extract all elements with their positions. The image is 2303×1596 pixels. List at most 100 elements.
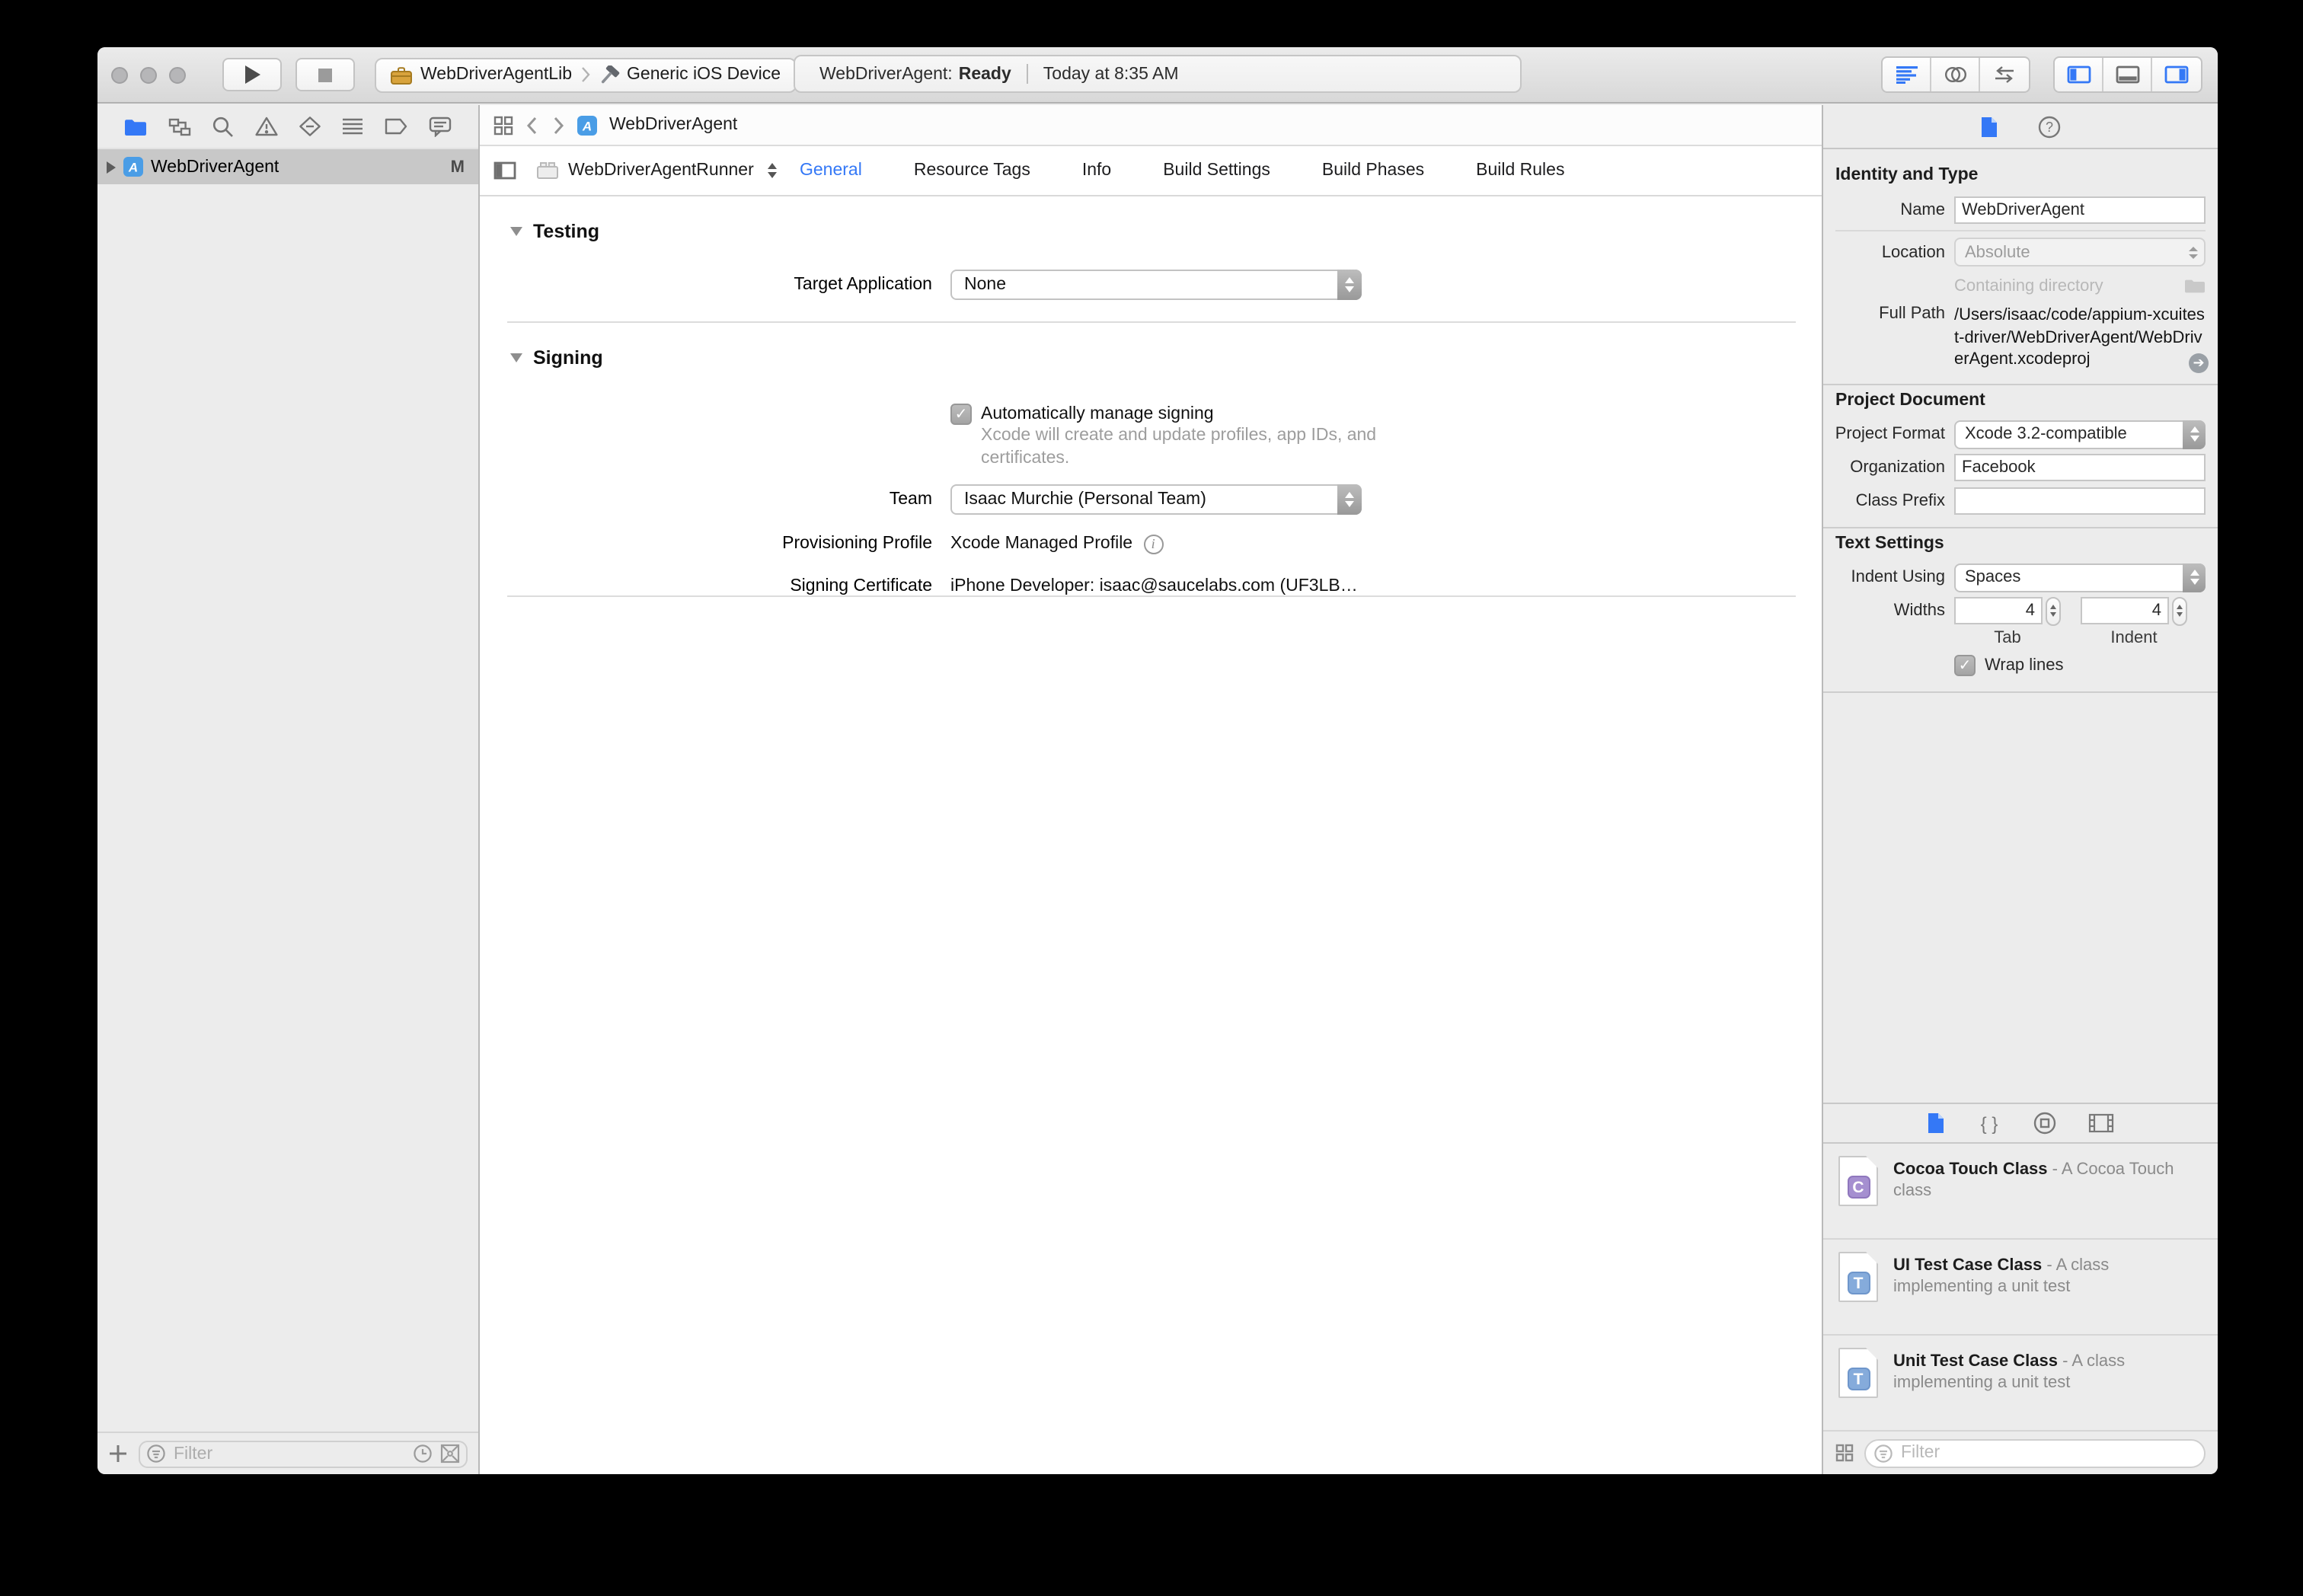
popup-chevrons-icon	[1337, 484, 1362, 515]
full-path-row: Full Path /Users/isaac/code/appium-xcuit…	[1823, 305, 2209, 372]
jumpbar-file-name[interactable]: WebDriverAgent	[609, 116, 737, 134]
file-template-icon: C	[1838, 1156, 1878, 1206]
object-library-icon[interactable]	[2033, 1112, 2056, 1135]
tab-breakpoint-navigator[interactable]	[384, 117, 408, 136]
related-items-icon[interactable]	[494, 115, 513, 135]
version-editor-button[interactable]	[1980, 58, 2029, 91]
panel-toggle-group	[2053, 56, 2202, 93]
activity-viewer: WebDriverAgent: Ready Today at 8:35 AM	[794, 55, 1522, 93]
jump-bar: A WebDriverAgent	[480, 105, 1822, 146]
settings-tabs: General Resource Tags Info Build Setting…	[800, 146, 1564, 195]
debug-area-toggle-button[interactable]	[2103, 58, 2152, 91]
name-field[interactable]: WebDriverAgent	[1954, 196, 2206, 223]
debug-gauge-icon	[343, 118, 363, 135]
target-application-popup[interactable]: None	[950, 270, 1362, 300]
testing-section-header[interactable]: Testing	[510, 221, 599, 242]
library-item-unit-test-case-class[interactable]: T Unit Test Case Class - A class impleme…	[1823, 1336, 2218, 1432]
disclosure-triangle-icon[interactable]	[107, 161, 116, 173]
code-snippet-library-icon[interactable]: { }	[1977, 1112, 2001, 1134]
project-format-popup[interactable]: Xcode 3.2-compatible	[1954, 420, 2206, 448]
tab-report-navigator[interactable]	[428, 116, 452, 137]
tab-width-label: Tab	[1994, 628, 2021, 646]
inspector-toggle-button[interactable]	[2152, 58, 2201, 91]
status-divider	[1026, 64, 1028, 84]
quick-help-icon[interactable]: ?	[2038, 115, 2061, 138]
close-window-button[interactable]	[111, 66, 128, 83]
location-popup[interactable]: Absolute	[1954, 238, 2206, 267]
debug-panel-icon	[2115, 65, 2139, 84]
navigator-filter-field[interactable]: Filter	[139, 1440, 468, 1467]
team-row: Team Isaac Murchie (Personal Team)	[480, 484, 1822, 515]
library-filter-field[interactable]: Filter	[1864, 1438, 2206, 1467]
modified-badge: M	[450, 158, 465, 176]
minimize-window-button[interactable]	[140, 66, 157, 83]
auto-manage-signing-checkbox[interactable]: ✓	[950, 404, 972, 425]
library-list: C Cocoa Touch Class - A Cocoa Touch clas…	[1823, 1144, 2218, 1432]
status-state: Ready	[958, 65, 1011, 83]
signing-certificate-value: iPhone Developer: isaac@saucelabs.com (U…	[950, 577, 1358, 595]
window-controls	[111, 66, 186, 83]
organization-field[interactable]: Facebook	[1954, 454, 2206, 481]
source-control-status-icon[interactable]	[440, 1444, 460, 1464]
tab-build-rules[interactable]: Build Rules	[1476, 161, 1564, 180]
standard-editor-icon	[1896, 66, 1917, 84]
grid-view-icon[interactable]	[1835, 1444, 1854, 1462]
tab-test-navigator[interactable]	[299, 116, 321, 137]
tab-project-navigator[interactable]	[123, 117, 148, 136]
assistant-editor-button[interactable]	[1931, 58, 1980, 91]
open-path-arrow-icon[interactable]: ➔	[2189, 353, 2209, 372]
standard-editor-button[interactable]	[1883, 58, 1931, 91]
svg-text:{ }: { }	[1981, 1113, 1998, 1134]
signing-section-header[interactable]: Signing	[510, 347, 603, 369]
stop-button[interactable]	[295, 58, 355, 91]
tab-width-stepper[interactable]	[2046, 596, 2061, 625]
stop-icon	[318, 68, 332, 81]
class-prefix-row: Class Prefix	[1823, 487, 2206, 516]
status-time: Today at 8:35 AM	[1043, 65, 1179, 83]
navigator-toggle-button[interactable]	[2055, 58, 2103, 91]
forward-button[interactable]	[551, 115, 565, 135]
library-item-ui-test-case-class[interactable]: T UI Test Case Class - A class implement…	[1823, 1240, 2218, 1336]
back-button[interactable]	[525, 115, 539, 135]
tab-find-navigator[interactable]	[212, 116, 235, 137]
indent-using-row: Indent Using Spaces	[1823, 563, 2206, 592]
indent-width-label: Indent	[2110, 628, 2158, 646]
tab-width-field[interactable]: 4	[1954, 597, 2043, 624]
search-icon	[212, 117, 233, 137]
tab-info[interactable]: Info	[1082, 161, 1111, 180]
indent-width-field[interactable]: 4	[2081, 597, 2169, 624]
tab-symbol-navigator[interactable]	[168, 117, 192, 136]
add-button[interactable]	[108, 1444, 128, 1464]
popup-chevrons-icon	[2183, 563, 2206, 592]
file-template-library-icon[interactable]	[1927, 1112, 1945, 1135]
navigator-panel: A WebDriverAgent M Filter	[97, 105, 480, 1474]
tab-debug-navigator[interactable]	[341, 117, 364, 136]
wrap-lines-checkbox[interactable]: ✓	[1954, 655, 1976, 676]
tab-issue-navigator[interactable]	[254, 116, 279, 137]
run-button[interactable]	[222, 58, 282, 91]
section-disclosure-icon[interactable]	[510, 227, 522, 236]
tab-build-settings[interactable]: Build Settings	[1163, 161, 1270, 180]
indent-using-popup[interactable]: Spaces	[1954, 563, 2206, 592]
class-prefix-field[interactable]	[1954, 487, 2206, 515]
targets-sidebar-toggle[interactable]	[494, 161, 516, 180]
assistant-editor-icon	[1944, 66, 1966, 83]
toolbar-right	[1881, 56, 2202, 93]
zoom-window-button[interactable]	[169, 66, 186, 83]
scheme-selector[interactable]: WebDriverAgentLib Generic iOS Device	[375, 57, 796, 92]
library-item-cocoa-touch-class[interactable]: C Cocoa Touch Class - A Cocoa Touch clas…	[1823, 1144, 2218, 1240]
tab-build-phases[interactable]: Build Phases	[1322, 161, 1424, 180]
info-icon[interactable]: i	[1143, 534, 1164, 554]
recent-files-clock-icon[interactable]	[413, 1444, 433, 1464]
project-row[interactable]: A WebDriverAgent M	[97, 149, 478, 184]
media-library-icon[interactable]	[2088, 1113, 2114, 1133]
navigator-filter-bar: Filter	[97, 1432, 478, 1474]
tab-general[interactable]: General	[800, 161, 862, 180]
tab-resource-tags[interactable]: Resource Tags	[914, 161, 1030, 180]
target-selector[interactable]: WebDriverAgentRunner	[536, 161, 777, 180]
choose-folder-icon[interactable]	[2184, 278, 2206, 293]
team-popup[interactable]: Isaac Murchie (Personal Team)	[950, 484, 1362, 515]
indent-width-stepper[interactable]	[2172, 596, 2187, 625]
file-inspector-icon[interactable]	[1980, 115, 1998, 138]
section-disclosure-icon[interactable]	[510, 353, 522, 362]
